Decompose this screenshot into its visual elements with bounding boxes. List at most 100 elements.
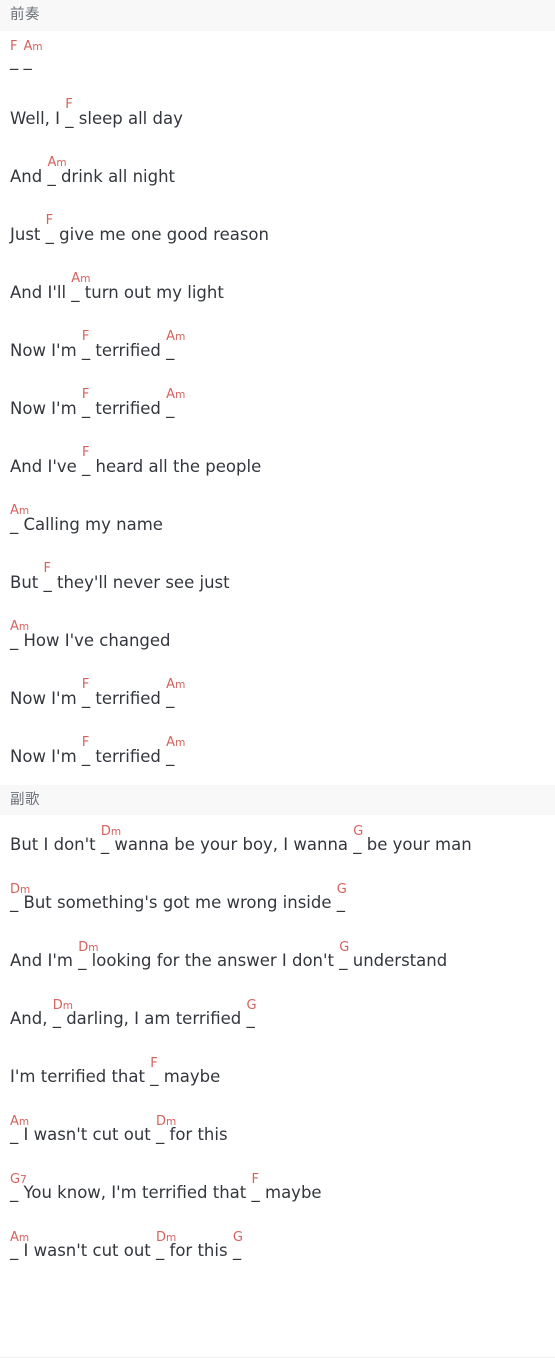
chord-label-Am[interactable]: Am bbox=[166, 678, 185, 691]
chord-label-F[interactable]: F bbox=[82, 446, 89, 459]
chord-slot[interactable]: F _ bbox=[150, 1057, 158, 1086]
chord-root: A bbox=[71, 271, 81, 286]
chord-label-F[interactable]: F bbox=[46, 214, 53, 227]
chord-slot[interactable]: F _ bbox=[46, 214, 54, 244]
chord-slot[interactable]: Am _ bbox=[166, 388, 185, 418]
chord-quality: m bbox=[80, 273, 91, 285]
lyric-text: Now I'm bbox=[10, 340, 82, 360]
chord-label-F[interactable]: F bbox=[252, 1173, 259, 1186]
chord-label-G[interactable]: G bbox=[337, 883, 347, 896]
chord-slot[interactable]: Am _ bbox=[10, 504, 29, 534]
chord-label-Am[interactable]: Am bbox=[10, 504, 29, 517]
chord-slot[interactable]: G _ bbox=[246, 999, 256, 1028]
lyric-text: I wasn't cut out bbox=[18, 1241, 157, 1260]
chord-slot[interactable]: Dm _ bbox=[101, 825, 121, 854]
chord-label-Am[interactable]: Am bbox=[166, 736, 185, 749]
lyric-text: understand bbox=[347, 951, 448, 970]
chord-slot[interactable]: G7 _ bbox=[10, 1173, 27, 1202]
chord-slot[interactable]: Am _ bbox=[10, 620, 29, 650]
chord-slot[interactable]: F _ bbox=[82, 388, 90, 418]
chord-label-Dm[interactable]: Dm bbox=[156, 1231, 176, 1244]
chord-root: F bbox=[81, 677, 90, 692]
chord-quality: m bbox=[175, 389, 186, 401]
chord-root: A bbox=[10, 1113, 19, 1129]
chord-label-Am[interactable]: Am bbox=[24, 40, 43, 53]
chord-slot[interactable]: Am _ bbox=[24, 40, 43, 70]
chord-slot[interactable]: Dm _ bbox=[78, 941, 98, 970]
chord-quality: m bbox=[32, 41, 43, 53]
chord-root: F bbox=[10, 39, 18, 54]
chord-slot[interactable]: Am _ bbox=[47, 156, 66, 186]
lyric-line: I'm terrified that F _ maybe bbox=[10, 1047, 555, 1105]
chord-label-Am[interactable]: Am bbox=[166, 388, 185, 401]
chord-label-Dm[interactable]: Dm bbox=[10, 883, 30, 896]
chord-root: F bbox=[81, 329, 90, 344]
chord-label-Am[interactable]: Am bbox=[10, 1231, 29, 1244]
chord-slot[interactable]: Dm _ bbox=[156, 1231, 176, 1260]
chord-root: G bbox=[232, 1229, 243, 1245]
chord-slot[interactable]: G _ bbox=[353, 825, 363, 854]
chord-slot[interactable]: F _ bbox=[252, 1173, 260, 1202]
chord-quality: m bbox=[20, 883, 31, 896]
chord-slot[interactable]: Dm _ bbox=[53, 999, 73, 1028]
chord-slot[interactable]: F _ bbox=[82, 736, 90, 766]
chord-quality: m bbox=[56, 157, 67, 169]
chord-slot[interactable]: Am _ bbox=[10, 1115, 29, 1144]
chord-label-G[interactable]: G bbox=[246, 999, 256, 1012]
chord-label-F[interactable]: F bbox=[44, 562, 51, 575]
chord-slot[interactable]: F _ bbox=[44, 562, 52, 592]
lyric-line: And I'm Dm _ looking for the answer I don… bbox=[10, 931, 555, 989]
chord-label-G[interactable]: G bbox=[233, 1231, 243, 1244]
chord-slot[interactable]: G _ bbox=[339, 941, 349, 970]
chord-slot[interactable]: F _ bbox=[82, 330, 90, 360]
chord-slot[interactable]: F _ bbox=[65, 98, 73, 128]
chord-label-F[interactable]: F bbox=[82, 736, 89, 749]
chord-label-F[interactable]: F bbox=[150, 1057, 157, 1070]
chord-slot[interactable]: Am _ bbox=[10, 1231, 29, 1260]
lyric-text: I wasn't cut out bbox=[18, 1125, 157, 1144]
chord-slot[interactable]: F _ bbox=[82, 446, 90, 476]
chord-slot[interactable]: Dm _ bbox=[10, 883, 30, 912]
chord-label-F[interactable]: F bbox=[82, 330, 89, 343]
chord-label-F[interactable]: F bbox=[65, 98, 72, 111]
chord-label-Dm[interactable]: Dm bbox=[101, 825, 121, 838]
chord-slot[interactable]: Am _ bbox=[166, 678, 185, 708]
chord-label-Dm[interactable]: Dm bbox=[78, 941, 98, 954]
chord-slot[interactable]: Am _ bbox=[71, 272, 90, 302]
chord-label-Am[interactable]: Am bbox=[47, 156, 66, 169]
chord-slot[interactable]: F _ bbox=[82, 678, 90, 708]
chord-label-F[interactable]: F bbox=[82, 388, 89, 401]
chord-label-Am[interactable]: Am bbox=[71, 272, 90, 285]
lyric-line: And, Dm _ darling, I am terrified G _ bbox=[10, 989, 555, 1047]
chord-label-F[interactable]: F bbox=[10, 40, 17, 53]
chord-label-Dm[interactable]: Dm bbox=[156, 1115, 176, 1128]
lyric-text: heard all the people bbox=[90, 456, 262, 476]
chord-slot[interactable]: Dm _ bbox=[156, 1115, 176, 1144]
chord-slot[interactable]: G _ bbox=[233, 1231, 243, 1260]
chord-slot[interactable]: Am _ bbox=[166, 736, 185, 766]
chord-label-Dm[interactable]: Dm bbox=[53, 999, 73, 1012]
chord-root: F bbox=[43, 561, 51, 576]
chord-label-Am[interactable]: Am bbox=[166, 330, 185, 343]
chord-label-Am[interactable]: Am bbox=[10, 1115, 29, 1128]
lyric-line: But F _ they'll never see just bbox=[10, 553, 555, 611]
chord-label-G[interactable]: G bbox=[353, 825, 363, 838]
chord-root: G bbox=[353, 823, 364, 839]
lyric-text: You know, I'm terrified that bbox=[18, 1183, 252, 1202]
chord-quality: m bbox=[62, 999, 73, 1012]
lyric-text: But bbox=[10, 572, 44, 592]
lyric-line: Now I'm F _ terrified Am _ bbox=[10, 321, 555, 379]
lyric-line: And I'll Am _ turn out my light bbox=[10, 263, 555, 321]
chord-slot[interactable]: G _ bbox=[337, 883, 347, 912]
lyric-text: And I've bbox=[10, 456, 83, 476]
chord-label-F[interactable]: F bbox=[82, 678, 89, 691]
chord-label-G7[interactable]: G7 bbox=[10, 1173, 27, 1186]
chord-slot[interactable]: F _ bbox=[10, 40, 18, 70]
chord-root: A bbox=[166, 735, 176, 750]
chord-slot[interactable]: Am _ bbox=[166, 330, 185, 360]
chord-label-Am[interactable]: Am bbox=[10, 620, 29, 633]
chord-quality: m bbox=[175, 679, 186, 691]
lyric-line: Am _ I wasn't cut out Dm _ for this bbox=[10, 1105, 555, 1163]
song-sections: 前奏 F _ Am _ Well, I F _ sleep all day And Am _ … bbox=[0, 0, 555, 1279]
chord-label-G[interactable]: G bbox=[339, 941, 349, 954]
